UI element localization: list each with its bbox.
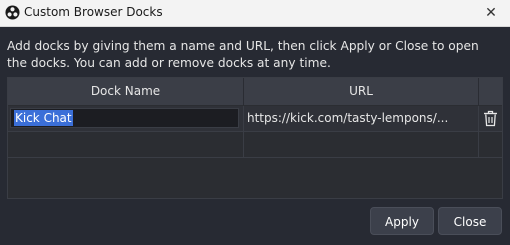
dock-name-input[interactable]: Kick Chat <box>10 108 239 128</box>
column-header-url[interactable]: URL <box>244 78 479 105</box>
url-cell[interactable]: https://kick.com/tasty-lempons/... <box>244 106 479 131</box>
description-text: Add docks by giving them a name and URL,… <box>7 39 479 70</box>
dock-name-value: Kick Chat <box>14 110 73 126</box>
table-header: Dock Name URL <box>8 78 502 105</box>
obs-logo-icon <box>5 5 20 20</box>
column-header-actions <box>479 78 501 105</box>
dock-name-cell[interactable]: Kick Chat <box>8 106 244 131</box>
delete-cell[interactable] <box>479 106 501 131</box>
close-button[interactable]: Close <box>438 207 502 235</box>
empty-dock-name-cell[interactable] <box>8 132 244 157</box>
url-value: https://kick.com/tasty-lempons/... <box>247 111 449 125</box>
apply-button[interactable]: Apply <box>370 207 434 235</box>
trash-icon[interactable] <box>483 110 498 127</box>
docks-table: Dock Name URL Kick Chat https://kick.com… <box>7 77 503 199</box>
empty-url-cell[interactable] <box>244 132 479 157</box>
dialog-content: Add docks by giving them a name and URL,… <box>0 27 510 245</box>
table-row-empty[interactable] <box>8 132 502 158</box>
empty-delete-cell <box>479 132 501 157</box>
window-title: Custom Browser Docks <box>24 5 163 19</box>
table-row[interactable]: Kick Chat https://kick.com/tasty-lempons… <box>8 106 502 132</box>
close-icon[interactable]: ✕ <box>480 2 502 24</box>
title-bar: Custom Browser Docks ✕ <box>0 0 510 27</box>
column-header-dock-name[interactable]: Dock Name <box>8 78 244 105</box>
